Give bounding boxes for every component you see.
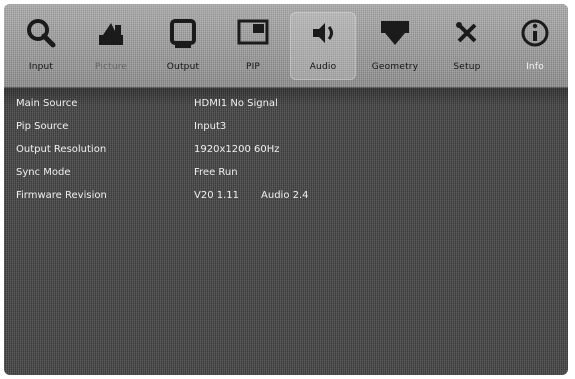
picture-icon [99,23,123,45]
tab-picture-label: Picture [94,62,128,72]
info-value: 1920x1200 60Hz [194,143,280,155]
info-value: HDMI1 No Signal [194,97,278,109]
info-row-sync-mode: Sync Mode Free Run [16,165,238,179]
tab-input[interactable]: Input [8,12,74,80]
info-key: Pip Source [16,120,69,132]
info-row-pip-source: Pip Source Input3 [16,119,226,133]
info-panel: Main Source HDMI1 No Signal Pip Source I… [4,88,568,375]
geometry-icon [381,21,409,45]
info-row-output-resolution: Output Resolution 1920x1200 60Hz [16,142,280,156]
tab-output-label: Output [166,62,200,72]
magnifier-icon [27,19,56,48]
info-value: Free Run [194,166,238,178]
info-value-secondary: Audio 2.4 [261,189,309,201]
info-key: Main Source [16,97,78,109]
tab-audio[interactable]: Audio [290,12,356,80]
tab-audio-label: Audio [309,62,337,72]
tab-info[interactable]: Info [502,12,568,80]
tab-setup-label: Setup [453,62,481,72]
tab-output[interactable]: Output [150,12,216,80]
info-key: Sync Mode [16,166,71,178]
info-key: Output Resolution [16,143,107,155]
tab-geometry[interactable]: Geometry [362,12,428,80]
tab-pip-label: PIP [245,62,261,72]
tab-input-label: Input [28,62,54,72]
tab-pip[interactable]: PIP [220,12,286,80]
tab-info-label: Info [526,62,544,72]
output-icon [170,19,196,48]
info-row-main-source: Main Source HDMI1 No Signal [16,96,278,110]
device-screen: Input Picture Output PIP Audio Geometry … [4,4,568,375]
info-value: Input3 [194,120,227,132]
main-toolbar: Input Picture Output PIP Audio Geometry … [4,4,568,88]
tab-picture[interactable]: Picture [78,12,144,80]
pip-icon [237,19,269,45]
info-icon [521,19,549,47]
info-value: V20 1.11 [194,189,240,201]
tab-geometry-label: Geometry [371,62,419,72]
info-key: Firmware Revision [16,189,107,201]
tools-icon [456,22,477,43]
speaker-icon [313,23,333,43]
tab-setup[interactable]: Setup [434,12,500,80]
info-row-firmware-revision: Firmware Revision V20 1.11 Audio 2.4 [16,188,309,202]
